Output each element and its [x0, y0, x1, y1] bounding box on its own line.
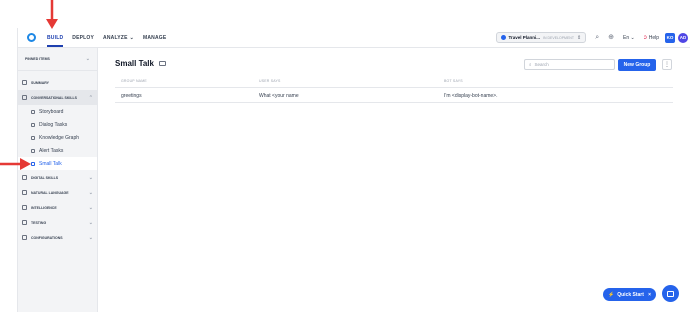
- chevron-down-icon: ⌄: [88, 219, 93, 226]
- bot-says-cell: I'm <display-bot-name>.: [444, 93, 498, 99]
- main-content: Small Talk ⌕ Search New Group ⋮ GROUP NAM…: [99, 48, 690, 312]
- sidebar-sub-storyboard[interactable]: Storyboard: [18, 105, 97, 118]
- alert-icon: [31, 148, 35, 153]
- more-options-icon[interactable]: ⋮: [662, 59, 672, 70]
- user-avatar[interactable]: AD: [678, 32, 688, 43]
- column-header: BOT SAYS: [444, 79, 463, 83]
- nav-build[interactable]: BUILD: [47, 35, 64, 47]
- language-selector[interactable]: En ⌄: [623, 35, 635, 41]
- sidebar-sub-alert-tasks[interactable]: Alert Tasks: [18, 144, 97, 157]
- search-input[interactable]: ⌕ Search: [524, 59, 615, 70]
- chevron-down-icon: ⌄: [85, 56, 90, 62]
- close-icon[interactable]: ×: [648, 292, 651, 298]
- chevron-up-icon: ⌃: [88, 94, 93, 101]
- testing-icon: [22, 220, 27, 225]
- sidebar-item-conversational-skills[interactable]: CONVERSATIONAL SKILLS ⌃: [18, 90, 97, 105]
- bot-selector[interactable]: Travel Planni... IN DEVELOPMENT ⇕: [495, 32, 587, 43]
- app-window: BUILD DEPLOY ANALYZE ⌄ MANAGE Travel Plan…: [17, 28, 690, 312]
- pinned-items-header[interactable]: PINNED ITEMS ⌄: [18, 48, 97, 71]
- column-header: USER SAYS: [259, 79, 281, 83]
- gear-icon: [22, 235, 27, 240]
- chevron-down-icon: ⌄: [88, 204, 93, 211]
- new-group-button[interactable]: New Group: [618, 59, 656, 71]
- dialog-icon: [31, 122, 35, 127]
- logo-icon[interactable]: [27, 33, 36, 42]
- annotation-arrow-down-icon: [46, 0, 58, 29]
- sidebar-item-natural-language[interactable]: NATURAL LANGUAGE ⌄: [18, 185, 97, 200]
- summary-icon: [22, 80, 27, 85]
- bot-icon: [500, 35, 506, 40]
- table-header: GROUP NAME USER SAYS BOT SAYS: [115, 79, 673, 88]
- sidebar-item-configurations[interactable]: CONFIGURATIONS ⌄: [18, 230, 97, 245]
- sidebar-sub-dialog-tasks[interactable]: Dialog Tasks: [18, 118, 97, 131]
- quick-start-button[interactable]: ⚡ Quick Start ×: [603, 288, 656, 301]
- chevron-down-icon: ⌄: [88, 174, 93, 181]
- page-title: Small Talk: [115, 59, 166, 68]
- search-icon[interactable]: ⌕: [595, 34, 599, 41]
- group-name-cell: greetings: [121, 93, 142, 99]
- intelligence-icon: [22, 205, 27, 210]
- nav-deploy[interactable]: DEPLOY: [72, 35, 94, 41]
- annotation-arrow-right-icon: [0, 158, 31, 170]
- chat-widget-button[interactable]: [662, 285, 679, 302]
- sidebar: PINNED ITEMS ⌄ SUMMARY CONVERSATIONAL SKI…: [18, 48, 98, 312]
- bot-name: Travel Planni...: [508, 35, 541, 40]
- sidebar-item-digital-skills[interactable]: DIGITAL SKILLS ⌄: [18, 170, 97, 185]
- search-icon: ⌕: [529, 62, 532, 67]
- workspace-avatar[interactable]: KO: [665, 32, 675, 43]
- settings-icon[interactable]: ⊕: [608, 34, 614, 41]
- chat-icon: [667, 290, 674, 297]
- table-row[interactable]: greetings What <your name I'm <display-b…: [115, 88, 673, 103]
- keyboard-icon[interactable]: [158, 61, 166, 66]
- sidebar-item-intelligence[interactable]: INTELLIGENCE ⌄: [18, 200, 97, 215]
- bolt-icon: ⚡: [608, 291, 615, 298]
- bot-env-label: IN DEVELOPMENT: [543, 35, 574, 40]
- chevron-down-icon: ⌄: [88, 189, 93, 196]
- chevron-down-icon: ⌄: [129, 34, 134, 41]
- sidebar-sub-knowledge-graph[interactable]: Knowledge Graph: [18, 131, 97, 144]
- top-bar: BUILD DEPLOY ANALYZE ⌄ MANAGE Travel Plan…: [18, 28, 690, 48]
- help-link[interactable]: ↄ Help: [644, 35, 659, 41]
- monitor-icon: [22, 175, 27, 180]
- sidebar-item-summary[interactable]: SUMMARY: [18, 75, 97, 90]
- help-icon: ↄ: [643, 34, 647, 41]
- chat-icon: [22, 95, 27, 100]
- storyboard-icon: [31, 109, 35, 114]
- chevron-down-icon: ⌄: [88, 234, 93, 241]
- nav-analyze[interactable]: ANALYZE ⌄: [103, 35, 134, 41]
- column-header: GROUP NAME: [121, 79, 147, 83]
- user-says-cell: What <your name: [259, 93, 299, 99]
- nav-manage[interactable]: MANAGE: [143, 35, 166, 41]
- knowledge-graph-icon: [31, 135, 35, 140]
- language-icon: [22, 190, 27, 195]
- sidebar-item-testing[interactable]: TESTING ⌄: [18, 215, 97, 230]
- chevron-updown-icon: ⇕: [576, 34, 582, 41]
